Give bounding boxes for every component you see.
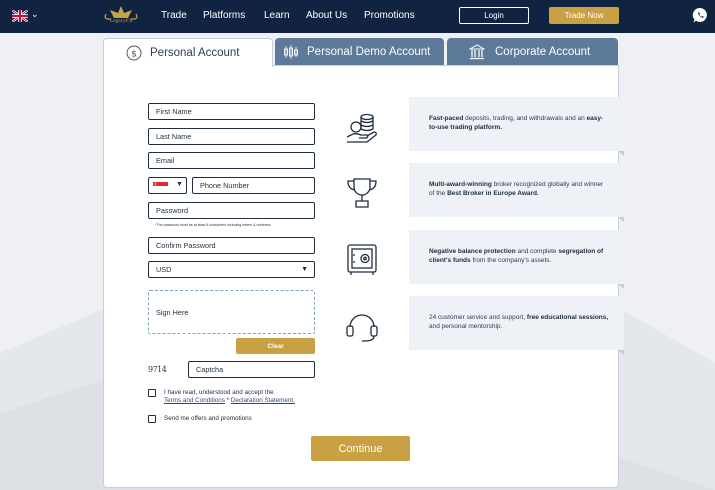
password-hint: *The password must be at least 8 charact…	[155, 223, 272, 227]
signature-pad[interactable]: Sign Here	[148, 290, 315, 334]
offers-label: Send me offers and promotions	[164, 415, 252, 422]
feature-card-balance-protection: Negative balance protection and complete…	[409, 230, 624, 289]
nav-link-about-us[interactable]: About Us	[306, 10, 347, 21]
tab-label: Personal Account	[150, 47, 240, 59]
safe-icon	[347, 244, 377, 275]
nav-link-platforms[interactable]: Platforms	[203, 10, 245, 21]
feature-text-part: deposits, trading, and withdrawals and a…	[463, 115, 587, 123]
currency-value: USD	[156, 265, 172, 274]
candlestick-icon	[284, 44, 298, 59]
card-corner-decoration	[618, 284, 624, 289]
phone-number-input[interactable]: Phone Number	[192, 177, 315, 194]
tab-personal-demo-account[interactable]: Personal Demo Account	[275, 38, 444, 65]
feature-text: Fast-paced deposits, trading, and withdr…	[429, 115, 610, 133]
captcha-input[interactable]: Captcha	[188, 361, 315, 378]
tab-personal-account[interactable]: $ Personal Account	[103, 38, 273, 67]
svg-text:$: $	[131, 50, 137, 60]
currency-select[interactable]: USD ▼	[148, 261, 315, 278]
tab-corporate-account[interactable]: Corporate Account	[447, 38, 618, 65]
tab-label: Corporate Account	[495, 45, 591, 58]
legacyfx-logo[interactable]	[101, 4, 141, 30]
card-corner-decoration	[618, 350, 624, 355]
dollar-circle-icon: $	[126, 45, 142, 61]
feature-text: Multi-award-winning broker recognized gl…	[429, 181, 610, 199]
nav-link-promotions[interactable]: Promotions	[364, 10, 415, 21]
clear-signature-button[interactable]: Clear	[236, 338, 315, 354]
trade-now-button[interactable]: Trade Now	[549, 7, 619, 24]
feature-text: 24 customer service and support, free ed…	[429, 314, 610, 332]
chevron-down-icon[interactable]: ⌄	[31, 9, 39, 20]
trophy-icon	[347, 178, 377, 208]
caret-down-icon: ▼	[301, 266, 308, 273]
card-corner-decoration	[618, 151, 624, 156]
feature-bold-text: Fast-paced	[429, 115, 464, 123]
sign-here-label: Sign Here	[156, 308, 189, 317]
captcha-code: 9714	[148, 365, 167, 374]
whatsapp-icon[interactable]	[692, 7, 709, 24]
feature-bold-text: Negative balance protection	[429, 248, 516, 256]
feature-text-part: and complete	[515, 248, 559, 256]
email-input[interactable]: Email	[148, 152, 315, 169]
confirm-password-input[interactable]: Confirm Password	[148, 237, 315, 254]
tab-label: Personal Demo Account	[307, 45, 431, 58]
headset-icon	[346, 314, 378, 342]
singapore-flag-icon	[153, 182, 168, 190]
top-navigation-bar: ⌄ LegacyFX Trade Platforms Learn About U…	[0, 0, 715, 33]
nav-link-learn[interactable]: Learn	[264, 10, 290, 21]
nav-link-trade[interactable]: Trade	[161, 10, 187, 21]
feature-text-part: 24 customer service and support,	[429, 314, 527, 322]
terms-prefix-text: I have read, understood and accept the	[164, 389, 274, 396]
logo-text: LegacyFX	[110, 19, 133, 24]
offers-checkbox[interactable]	[148, 415, 156, 423]
feature-bold-text: Multi-award-winning	[429, 181, 492, 189]
money-hand-icon	[346, 113, 377, 143]
password-input[interactable]: Password	[148, 202, 315, 219]
terms-label: I have read, understood and accept the T…	[164, 389, 295, 405]
continue-button[interactable]: Continue	[311, 436, 410, 461]
bank-building-icon	[469, 43, 485, 59]
card-corner-decoration	[618, 217, 624, 222]
feature-bold-text: Best Broker in Europe Award.	[447, 190, 539, 197]
caret-down-icon: ▼	[176, 181, 183, 188]
last-name-input[interactable]: Last Name	[148, 128, 315, 145]
login-button[interactable]: Login	[459, 7, 529, 24]
feature-bold-text: free educational sessions,	[526, 314, 609, 322]
feature-card-award-winning: Multi-award-winning broker recognized gl…	[409, 163, 624, 222]
feature-card-customer-service: 24 customer service and support, free ed…	[409, 296, 624, 355]
feature-text: Negative balance protection and complete…	[429, 248, 610, 266]
country-code-select[interactable]: ▼	[148, 177, 187, 194]
uk-flag-icon[interactable]	[12, 10, 28, 22]
feature-text-part: and personal mentorship.	[429, 323, 503, 330]
terms-and-conditions-link[interactable]: Terms and Conditions	[164, 397, 225, 404]
feature-text-part: from the company's assets.	[470, 257, 552, 264]
declaration-statement-link[interactable]: Declaration Statement.	[231, 397, 295, 404]
feature-card-fast-paced: Fast-paced deposits, trading, and withdr…	[409, 97, 624, 156]
first-name-input[interactable]: First Name	[148, 103, 315, 120]
terms-checkbox[interactable]	[148, 389, 156, 397]
